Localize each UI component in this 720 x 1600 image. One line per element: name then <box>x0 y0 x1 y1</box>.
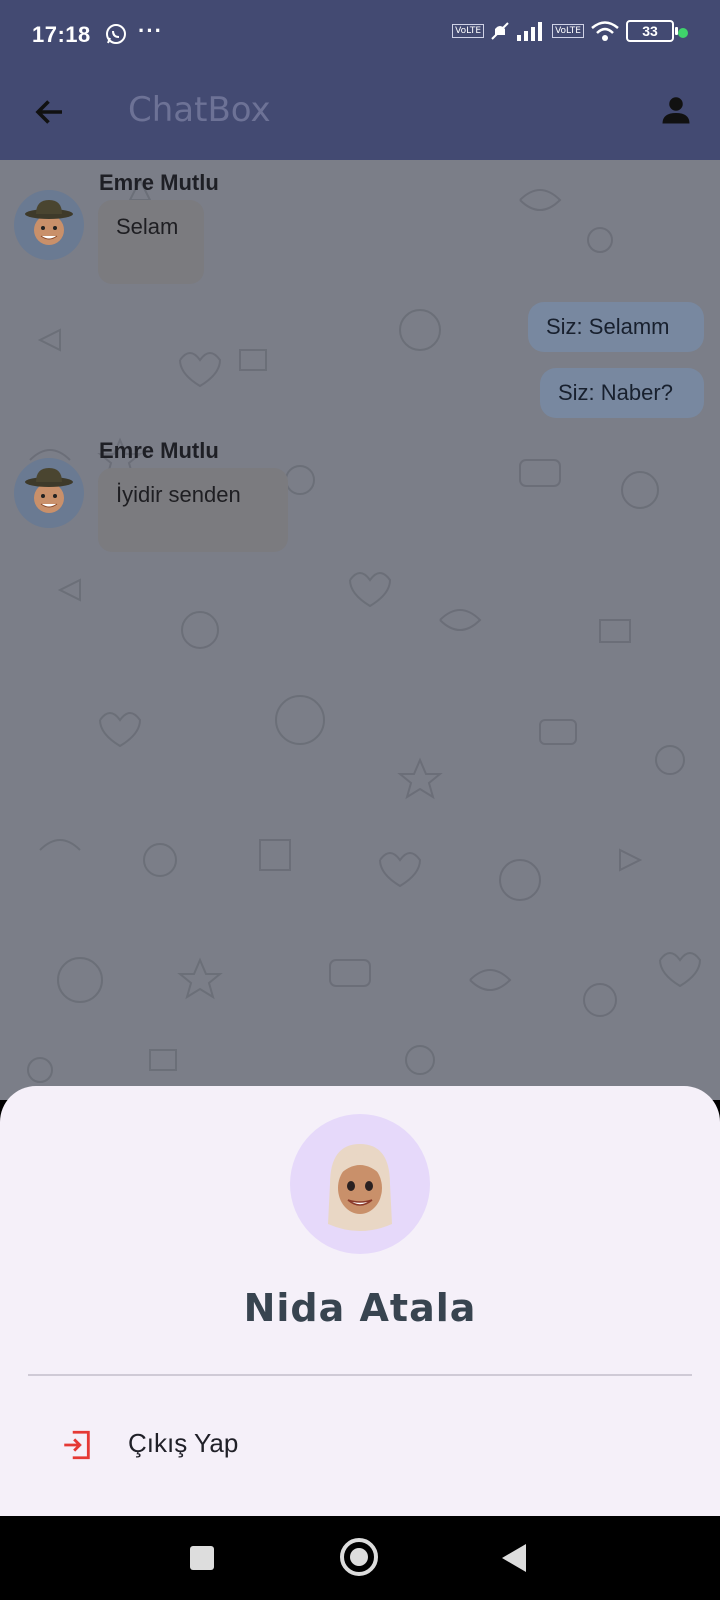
message-text: İyidir senden <box>116 482 241 507</box>
battery-indicator: 33 <box>626 20 678 42</box>
nida-avatar-icon <box>328 1144 392 1231</box>
message-bubble-incoming[interactable]: Selam <box>98 200 204 284</box>
app-title: ChatBox <box>128 90 271 130</box>
emre-avatar-icon <box>25 200 73 245</box>
wifi-icon <box>591 21 619 41</box>
whatsapp-icon <box>106 24 126 44</box>
user-name: Nida Atala <box>243 1286 477 1330</box>
message-bubble-outgoing[interactable]: Siz: Selamm <box>528 302 704 352</box>
app-bar: ChatBox <box>0 72 720 160</box>
message-text: Selam <box>116 214 179 239</box>
mute-icon <box>491 22 509 40</box>
logout-button[interactable]: Çıkış Yap <box>0 1406 720 1486</box>
person-icon[interactable] <box>658 92 694 128</box>
signal-icon <box>517 22 543 41</box>
profile-bottom-sheet: Nida Atala Çıkış Yap <box>0 1086 720 1516</box>
doodle-background <box>27 177 702 1083</box>
system-nav-bar <box>0 1516 720 1600</box>
charging-dot <box>678 28 688 38</box>
status-more-dots: ··· <box>138 18 163 43</box>
divider <box>28 1374 692 1376</box>
message-text: Siz: Naber? <box>558 380 673 405</box>
volte-badge-2: VoLTE <box>552 24 584 38</box>
logout-label: Çıkış Yap <box>128 1428 239 1458</box>
chat-area[interactable]: Emre Mutlu Selam Siz: Selamm Siz: Naber?… <box>0 160 720 1100</box>
emre-avatar-icon <box>25 468 73 513</box>
arrow-left-icon[interactable] <box>32 94 68 130</box>
status-bar: 17:18 ··· VoLTE VoLTE 33 <box>0 0 720 72</box>
message-text: Siz: Selamm <box>546 314 670 339</box>
avatar[interactable] <box>14 458 84 528</box>
back-button[interactable] <box>502 1544 526 1572</box>
status-indicators: VoLTE VoLTE 33 <box>452 20 678 42</box>
user-avatar <box>290 1114 430 1254</box>
message-bubble-incoming[interactable]: İyidir senden <box>98 468 288 552</box>
logout-icon <box>64 1430 90 1460</box>
recents-button[interactable] <box>190 1546 214 1570</box>
status-time: 17:18 <box>32 22 91 47</box>
avatar[interactable] <box>14 190 84 260</box>
message-sender: Emre Mutlu <box>99 438 219 463</box>
message-bubble-outgoing[interactable]: Siz: Naber? <box>540 368 704 418</box>
home-button[interactable] <box>340 1538 378 1576</box>
volte-badge: VoLTE <box>452 24 485 38</box>
message-sender: Emre Mutlu <box>99 170 219 195</box>
